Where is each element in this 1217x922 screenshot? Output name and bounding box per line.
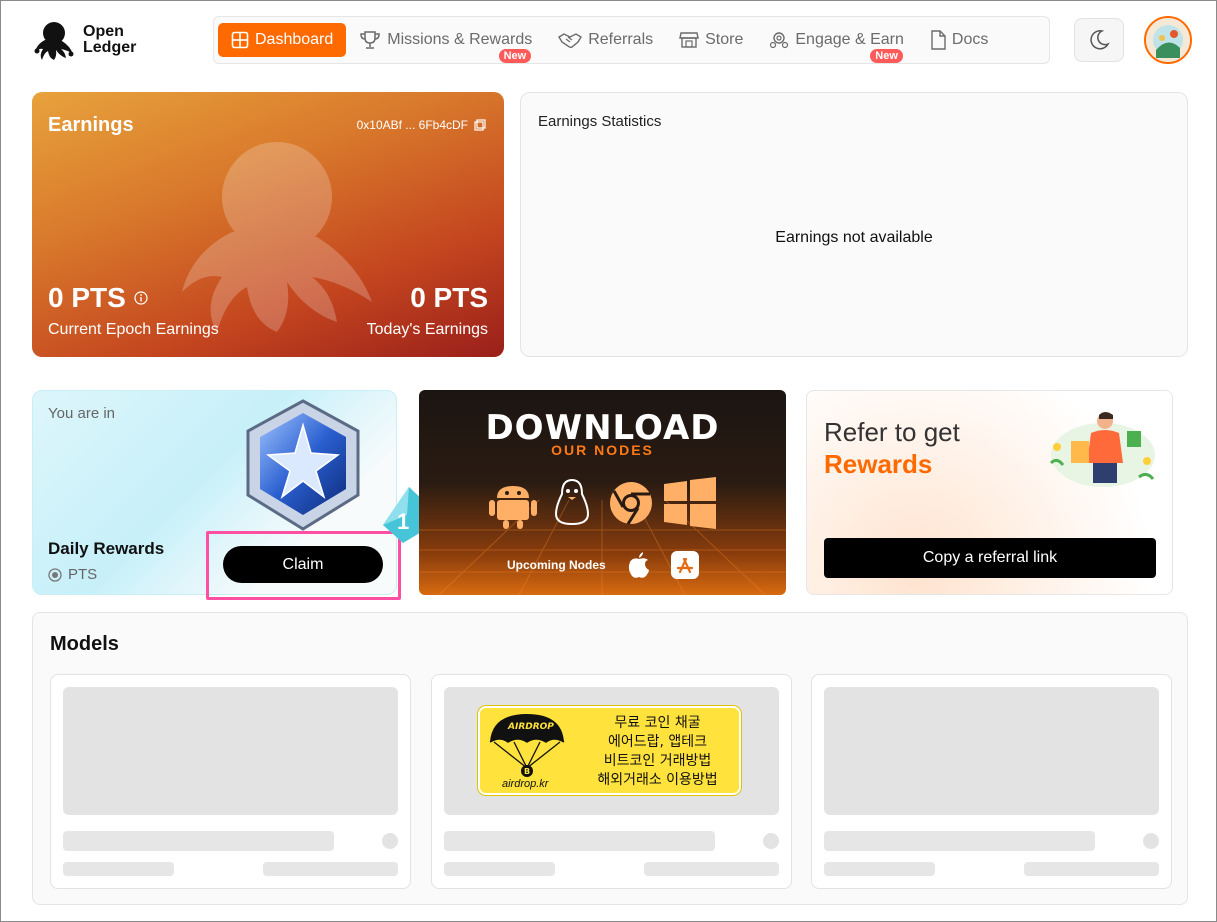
epoch-earnings-text: 0 PTS (48, 282, 126, 313)
trophy-icon (360, 31, 381, 49)
wallet-address: 0x10ABf ... 6Fb4cDF (357, 118, 486, 132)
download-subtitle: OUR NODES (551, 442, 654, 458)
octopus-watermark-icon (182, 142, 372, 332)
logo-text: Open Ledger (83, 24, 136, 56)
daily-points-label: PTS (68, 566, 98, 583)
nav-engage-label: Engage & Earn (795, 31, 904, 48)
nav-dashboard[interactable]: Dashboard (218, 23, 347, 57)
skeleton-title (63, 831, 334, 851)
epoch-earnings-value: 0 PTS (48, 282, 148, 314)
airdrop-copy: 무료 코인 채굴 에어드랍, 앱테크 비트코인 거래방법 해외거래소 이용방법 (575, 714, 740, 790)
refer-card: Refer to get Rewards Copy a referral lin… (806, 390, 1173, 595)
airdrop-ad-banner[interactable]: B AIRDROP airdrop.kr 무료 코인 채굴 에어드랍, 앱테크 … (478, 706, 741, 795)
earnings-title: Earnings (48, 114, 134, 136)
handshake-icon (558, 33, 583, 49)
document-icon (931, 30, 946, 50)
new-badge: New (498, 49, 532, 63)
moon-icon (1090, 30, 1110, 50)
nav-referrals-label: Referrals (588, 31, 654, 48)
step-number: 1 (397, 509, 409, 534)
today-earnings-value: 0 PTS (410, 282, 488, 313)
user-avatar[interactable] (1144, 16, 1192, 64)
star-badge-icon (246, 399, 360, 531)
theme-toggle-button[interactable] (1074, 18, 1124, 62)
wallet-address-text: 0x10ABf ... 6Fb4cDF (356, 118, 468, 132)
linux-icon[interactable] (552, 478, 592, 526)
skeleton-title (824, 831, 1095, 851)
nav-dashboard-label: Dashboard (255, 31, 334, 48)
earnings-card: Earnings 0x10ABf ... 6Fb4cDF 0 PTS Curre… (32, 92, 504, 357)
apple-icon (628, 552, 649, 578)
today-earnings-label: Today's Earnings (366, 321, 488, 338)
nav-missions-rewards[interactable]: Missions & Rewards New (346, 23, 545, 63)
airdrop-line: 무료 코인 채굴 (614, 715, 701, 731)
skeleton-avatar (763, 833, 779, 849)
nav-docs-label: Docs (951, 31, 989, 48)
new-badge: New (870, 49, 903, 63)
top-header: Open Ledger Dashboard Missions & Rewards… (1, 1, 1216, 81)
logo-line2: Ledger (83, 39, 137, 56)
skeleton-meta (444, 862, 555, 876)
copy-referral-link-button[interactable]: Copy a referral link (824, 538, 1156, 578)
skeleton-title (444, 831, 715, 851)
android-icon[interactable] (487, 476, 539, 530)
gear-people-icon (770, 32, 789, 49)
nav-store-label: Store (705, 31, 744, 48)
octopus-icon (34, 22, 74, 60)
epoch-earnings-label: Current Epoch Earnings (48, 321, 219, 338)
referral-illustration-icon (1049, 412, 1155, 487)
statistics-empty-message: Earnings not available (775, 229, 933, 246)
refer-heading-line2: Rewards (824, 449, 933, 479)
download-nodes-banner[interactable]: DOWNLOAD OUR NODES Upcoming Nodes (419, 390, 786, 595)
skeleton-avatar (382, 833, 398, 849)
skeleton-meta (63, 862, 174, 876)
skeleton-meta (644, 862, 779, 876)
model-card-placeholder[interactable] (50, 674, 411, 889)
airdrop-line: 에어드랍, 앱테크 (607, 734, 708, 750)
daily-rewards-points: PTS (48, 566, 97, 583)
grid-icon (231, 31, 249, 49)
points-coin-icon (48, 567, 62, 582)
skeleton-meta (824, 862, 935, 876)
skeleton-image (824, 687, 1159, 815)
airdrop-line: 해외거래소 이용방법 (597, 772, 718, 788)
copy-icon[interactable] (474, 119, 486, 131)
statistics-title: Earnings Statistics (538, 113, 662, 130)
main-nav: Dashboard Missions & Rewards New Referra… (213, 16, 1050, 64)
daily-rewards-title: Daily Rewards (48, 539, 165, 558)
chrome-icon[interactable] (608, 480, 654, 526)
models-title: Models (50, 633, 119, 655)
nav-missions-label: Missions & Rewards (387, 31, 533, 48)
upcoming-nodes-label: Upcoming Nodes (507, 558, 606, 572)
nav-referrals[interactable]: Referrals (545, 23, 666, 57)
nav-store[interactable]: Store (666, 23, 756, 57)
skeleton-avatar (1143, 833, 1159, 849)
parachute-icon: B AIRDROP (489, 714, 565, 777)
app-store-icon (671, 551, 699, 579)
logo-line1: Open (83, 23, 124, 40)
skeleton-meta (1024, 862, 1159, 876)
info-icon[interactable] (134, 291, 148, 305)
earnings-statistics-card: Earnings Statistics Earnings not availab… (520, 92, 1188, 357)
svg-text:B: B (524, 767, 530, 776)
windows-icon[interactable] (662, 477, 718, 529)
you-are-in-label: You are in (48, 405, 116, 422)
store-icon (679, 32, 699, 48)
nav-engage-earn[interactable]: Engage & Earn New (756, 23, 917, 63)
claim-button[interactable]: Claim (223, 546, 383, 583)
openledger-logo[interactable]: Open Ledger (31, 17, 141, 63)
airdrop-badge-text: AIRDROP (507, 722, 554, 732)
nav-docs[interactable]: Docs (917, 23, 1001, 57)
skeleton-image (63, 687, 398, 815)
airdrop-line: 비트코인 거래방법 (603, 753, 712, 769)
airdrop-url: airdrop.kr (502, 778, 549, 790)
refer-heading-line1: Refer to get (824, 417, 960, 447)
model-card-placeholder[interactable] (811, 674, 1172, 889)
avatar-image (1146, 18, 1190, 62)
skeleton-meta (263, 862, 398, 876)
